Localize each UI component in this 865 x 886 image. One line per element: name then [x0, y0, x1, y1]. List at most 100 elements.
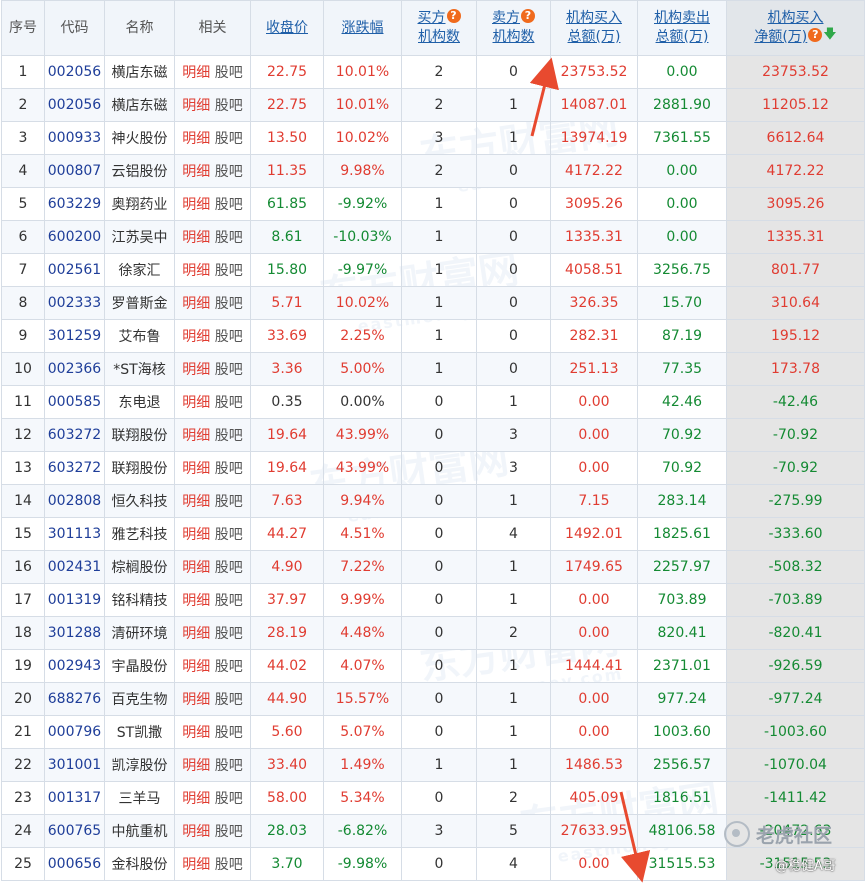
stock-code-link[interactable]: 600200 [44, 220, 105, 254]
detail-link[interactable]: 明细 [182, 494, 210, 510]
guba-forum-link[interactable]: 股吧 [215, 857, 243, 873]
stock-code-link[interactable]: 301259 [44, 319, 105, 353]
question-icon[interactable]: ? [808, 28, 823, 42]
header-change-label[interactable]: 涨跌幅 [342, 20, 384, 36]
detail-link[interactable]: 明细 [182, 428, 210, 444]
guba-forum-link[interactable]: 股吧 [215, 362, 243, 378]
question-icon[interactable]: ? [446, 9, 461, 23]
guba-forum-link[interactable]: 股吧 [215, 395, 243, 411]
header-net-sort[interactable]: 机构买入 净额(万)? 🡇 [726, 0, 865, 56]
guba-forum-link[interactable]: 股吧 [215, 725, 243, 741]
stock-code-link[interactable]: 001317 [44, 781, 105, 815]
detail-link[interactable]: 明细 [182, 857, 210, 873]
stock-code-link[interactable]: 603272 [44, 418, 105, 452]
stock-name-link[interactable]: 联翔股份 [104, 451, 175, 485]
stock-name-link[interactable]: 金科股份 [104, 847, 175, 881]
stock-code-link[interactable]: 301288 [44, 616, 105, 650]
detail-link[interactable]: 明细 [182, 692, 210, 708]
detail-link[interactable]: 明细 [182, 593, 210, 609]
detail-link[interactable]: 明细 [182, 131, 210, 147]
guba-forum-link[interactable]: 股吧 [215, 164, 243, 180]
guba-forum-link[interactable]: 股吧 [215, 296, 243, 312]
guba-forum-link[interactable]: 股吧 [215, 263, 243, 279]
stock-name-link[interactable]: 铭科精技 [104, 583, 175, 617]
stock-code-link[interactable]: 001319 [44, 583, 105, 617]
stock-name-link[interactable]: 恒久科技 [104, 484, 175, 518]
stock-code-link[interactable]: 603229 [44, 187, 105, 221]
stock-name-link[interactable]: 罗普斯金 [104, 286, 175, 320]
detail-link[interactable]: 明细 [182, 461, 210, 477]
guba-forum-link[interactable]: 股吧 [215, 593, 243, 609]
stock-code-link[interactable]: 301113 [44, 517, 105, 551]
guba-forum-link[interactable]: 股吧 [215, 230, 243, 246]
stock-name-link[interactable]: 神火股份 [104, 121, 175, 155]
detail-link[interactable]: 明细 [182, 65, 210, 81]
stock-name-link[interactable]: 横店东磁 [104, 55, 175, 89]
detail-link[interactable]: 明细 [182, 659, 210, 675]
stock-name-link[interactable]: 中航重机 [104, 814, 175, 848]
stock-name-link[interactable]: 奥翔药业 [104, 187, 175, 221]
stock-code-link[interactable]: 600765 [44, 814, 105, 848]
stock-name-link[interactable]: 横店东磁 [104, 88, 175, 122]
detail-link[interactable]: 明细 [182, 527, 210, 543]
detail-link[interactable]: 明细 [182, 725, 210, 741]
detail-link[interactable]: 明细 [182, 98, 210, 114]
stock-name-link[interactable]: ST凯撒 [104, 715, 175, 749]
detail-link[interactable]: 明细 [182, 758, 210, 774]
stock-code-link[interactable]: 000656 [44, 847, 105, 881]
stock-code-link[interactable]: 002056 [44, 55, 105, 89]
header-buy-count-label[interactable]: 买方 [418, 10, 446, 26]
header-net-label-2[interactable]: 净额(万) [754, 29, 807, 45]
guba-forum-link[interactable]: 股吧 [215, 626, 243, 642]
header-sell-total-label-2[interactable]: 总额(万) [656, 29, 709, 45]
guba-forum-link[interactable]: 股吧 [215, 824, 243, 840]
header-sell-count-label[interactable]: 卖方 [492, 10, 520, 26]
stock-name-link[interactable]: 联翔股份 [104, 418, 175, 452]
guba-forum-link[interactable]: 股吧 [215, 197, 243, 213]
header-sell-total-sort[interactable]: 机构卖出 总额(万) [637, 0, 727, 56]
stock-name-link[interactable]: 徐家汇 [104, 253, 175, 287]
detail-link[interactable]: 明细 [182, 560, 210, 576]
stock-code-link[interactable]: 000585 [44, 385, 105, 419]
stock-name-link[interactable]: 三羊马 [104, 781, 175, 815]
stock-code-link[interactable]: 000796 [44, 715, 105, 749]
guba-forum-link[interactable]: 股吧 [215, 527, 243, 543]
detail-link[interactable]: 明细 [182, 230, 210, 246]
detail-link[interactable]: 明细 [182, 395, 210, 411]
guba-forum-link[interactable]: 股吧 [215, 461, 243, 477]
header-sell-count-sort[interactable]: 卖方? 机构数 [476, 0, 551, 56]
guba-forum-link[interactable]: 股吧 [215, 494, 243, 510]
guba-forum-link[interactable]: 股吧 [215, 65, 243, 81]
guba-forum-link[interactable]: 股吧 [215, 98, 243, 114]
header-change-sort[interactable]: 涨跌幅 [323, 0, 402, 56]
stock-name-link[interactable]: 东电退 [104, 385, 175, 419]
header-buy-total-label-2[interactable]: 总额(万) [568, 29, 621, 45]
header-net-label[interactable]: 机构买入 [768, 10, 824, 26]
detail-link[interactable]: 明细 [182, 626, 210, 642]
guba-forum-link[interactable]: 股吧 [215, 428, 243, 444]
stock-name-link[interactable]: 江苏吴中 [104, 220, 175, 254]
header-buy-count-label-2[interactable]: 机构数 [418, 29, 460, 45]
stock-name-link[interactable]: 宇晶股份 [104, 649, 175, 683]
stock-code-link[interactable]: 688276 [44, 682, 105, 716]
stock-code-link[interactable]: 002561 [44, 253, 105, 287]
question-icon[interactable]: ? [521, 9, 535, 23]
stock-name-link[interactable]: 清研环境 [104, 616, 175, 650]
stock-code-link[interactable]: 000933 [44, 121, 105, 155]
detail-link[interactable]: 明细 [182, 296, 210, 312]
stock-code-link[interactable]: 002333 [44, 286, 105, 320]
stock-name-link[interactable]: 百克生物 [104, 682, 175, 716]
stock-code-link[interactable]: 002056 [44, 88, 105, 122]
stock-code-link[interactable]: 002366 [44, 352, 105, 386]
header-buy-total-label[interactable]: 机构买入 [566, 10, 622, 26]
stock-code-link[interactable]: 002431 [44, 550, 105, 584]
stock-name-link[interactable]: 雅艺科技 [104, 517, 175, 551]
stock-code-link[interactable]: 301001 [44, 748, 105, 782]
guba-forum-link[interactable]: 股吧 [215, 329, 243, 345]
sort-desc-arrow-icon[interactable]: 🡇 [823, 28, 836, 42]
stock-name-link[interactable]: *ST海核 [104, 352, 175, 386]
stock-code-link[interactable]: 002808 [44, 484, 105, 518]
guba-forum-link[interactable]: 股吧 [215, 131, 243, 147]
guba-forum-link[interactable]: 股吧 [215, 692, 243, 708]
header-close-label[interactable]: 收盘价 [266, 20, 308, 36]
